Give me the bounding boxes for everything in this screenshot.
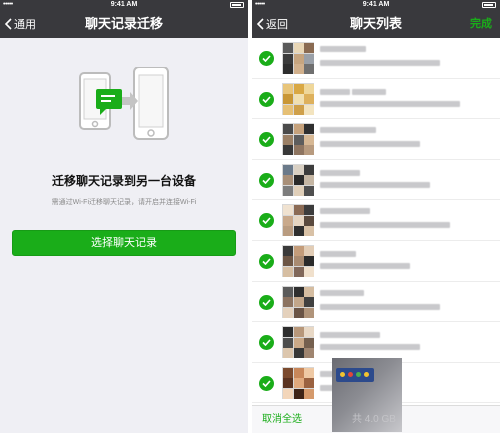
chat-row[interactable]: [252, 38, 500, 79]
avatar: [282, 366, 314, 399]
battery-icon: [230, 2, 244, 8]
chat-preview-redacted: [320, 60, 440, 66]
nav-bar: 通用 聊天记录迁移: [0, 10, 248, 38]
chat-preview-redacted: [352, 88, 386, 95]
deselect-all-button[interactable]: 取消全选: [262, 406, 302, 433]
chat-row[interactable]: [252, 322, 500, 363]
status-time: 9:41 AM: [362, 1, 390, 8]
chat-preview-redacted: [320, 222, 450, 229]
chat-name-redacted: [320, 332, 380, 339]
avatar: [282, 326, 314, 359]
chat-preview-redacted: [320, 181, 430, 188]
status-time: 9:41 AM: [110, 1, 138, 8]
avatar: [282, 123, 314, 156]
battery-icon: [482, 2, 496, 8]
chat-preview-redacted: [320, 344, 420, 351]
select-chats-button[interactable]: 选择聊天记录: [12, 230, 236, 256]
checkbox-checked-icon[interactable]: [259, 253, 274, 269]
avatar: [282, 204, 314, 237]
checkbox-checked-icon[interactable]: [259, 294, 274, 310]
chat-preview-redacted: [320, 100, 460, 107]
page-title: 聊天记录迁移: [84, 16, 163, 31]
chat-preview-redacted: [320, 141, 420, 148]
nav-bar: 返回 聊天列表 完成: [252, 10, 500, 38]
chat-name-redacted: [320, 46, 366, 52]
chat-row[interactable]: [252, 119, 500, 160]
left-screen: ••••• 9:41 AM 通用 聊天记录迁移 迁移聊天记录到另一台设备 需通过…: [0, 0, 248, 433]
avatar: [282, 163, 314, 196]
chat-name-redacted: [320, 127, 376, 134]
checkbox-checked-icon[interactable]: [259, 132, 274, 148]
status-bar: ••••• 9:41 AM: [0, 0, 248, 10]
total-size-label: 共 4.0 GB: [352, 414, 396, 425]
chat-name-redacted: [320, 289, 364, 296]
bottom-bar: 取消全选 共 4.0 GB: [252, 358, 500, 433]
chat-preview-redacted: [320, 262, 410, 269]
avatar: [282, 244, 314, 277]
checkbox-checked-icon[interactable]: [259, 91, 274, 107]
chat-row[interactable]: [252, 78, 500, 120]
chat-row[interactable]: [252, 281, 500, 323]
chat-name-redacted: [320, 88, 350, 95]
checkbox-checked-icon[interactable]: [259, 335, 274, 351]
chat-name-redacted: [320, 169, 360, 176]
chat-name-redacted: [320, 250, 356, 257]
chat-row[interactable]: [252, 200, 500, 241]
headline: 迁移聊天记录到另一台设备: [51, 174, 196, 188]
right-screen: ••••• 9:41 AM 返回 聊天列表 完成 取消全选 共 4.0 GB: [252, 0, 500, 433]
chat-name-redacted: [320, 208, 370, 215]
wifi-hint: 需通过Wi-Fi迁移聊天记录，请开启并连接Wi-Fi: [51, 199, 197, 206]
chat-row[interactable]: [252, 240, 500, 282]
done-button[interactable]: 完成: [470, 10, 492, 38]
checkbox-checked-icon[interactable]: [259, 375, 274, 391]
avatar: [282, 82, 314, 115]
page-title: 聊天列表: [349, 16, 402, 31]
checkbox-checked-icon[interactable]: [259, 213, 274, 229]
status-bar: ••••• 9:41 AM: [252, 0, 500, 10]
avatar: [282, 285, 314, 318]
chat-preview-redacted: [320, 303, 440, 310]
logo-band: [336, 368, 374, 382]
phone-transfer-icon: [79, 67, 169, 140]
chat-row[interactable]: [252, 159, 500, 201]
checkbox-checked-icon[interactable]: [259, 172, 274, 188]
checkbox-checked-icon[interactable]: [259, 51, 274, 66]
avatar: [282, 42, 314, 74]
